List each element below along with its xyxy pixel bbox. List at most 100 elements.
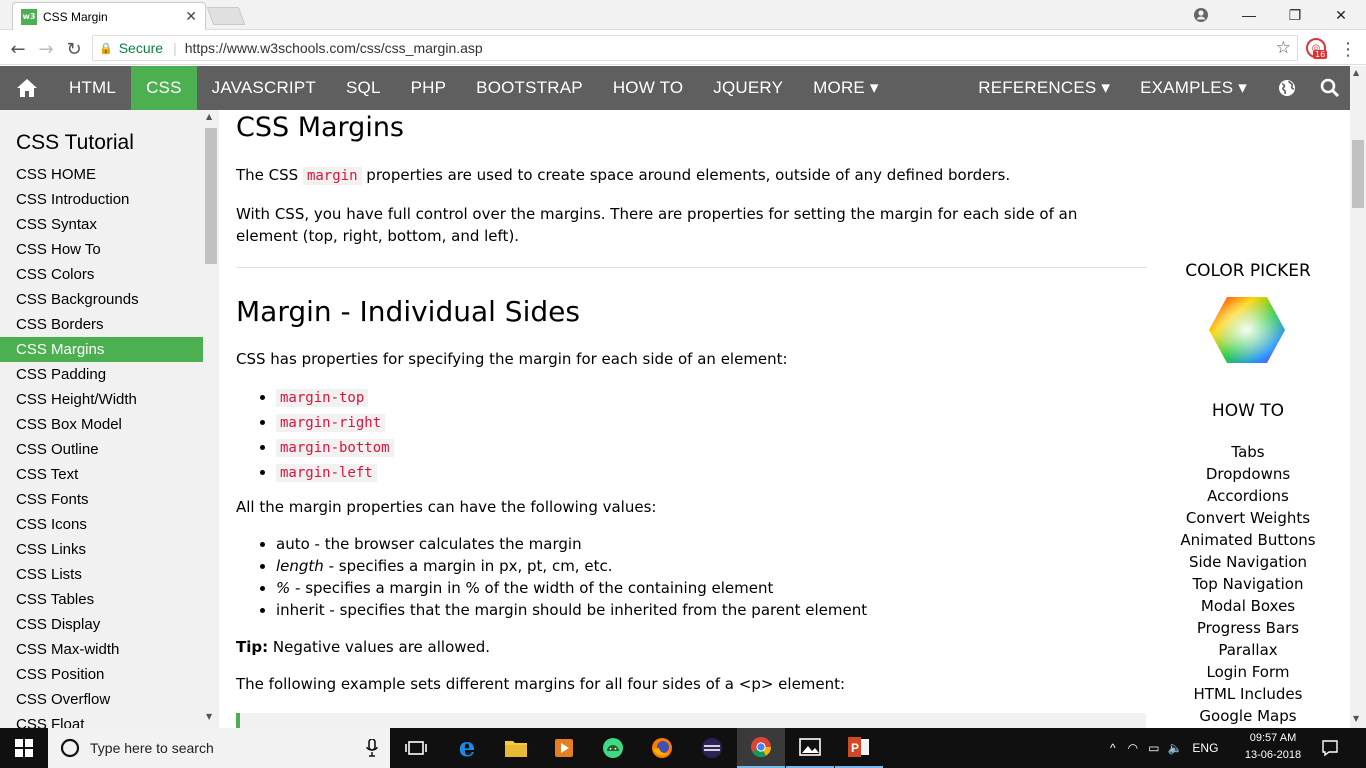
close-window-button[interactable]: ✕ — [1318, 0, 1364, 30]
sidebar-item[interactable]: CSS Introduction — [0, 187, 203, 212]
sidebar-item[interactable]: CSS Borders — [0, 312, 203, 337]
sidebar-item[interactable]: CSS Position — [0, 662, 203, 687]
eclipse-icon[interactable] — [688, 728, 736, 768]
omnibox[interactable]: 🔒 Secure | https://www.w3schools.com/css… — [92, 35, 1298, 61]
page-scroll-thumb[interactable] — [1352, 140, 1364, 208]
home-icon[interactable] — [0, 66, 54, 110]
nav-howto[interactable]: HOW TO — [598, 66, 698, 110]
photos-icon[interactable] — [786, 728, 834, 768]
sidebar-item[interactable]: CSS Colors — [0, 262, 203, 287]
sidebar-item[interactable]: CSS Links — [0, 537, 203, 562]
howto-link[interactable]: Convert Weights — [1148, 507, 1348, 529]
nav-css[interactable]: CSS — [131, 66, 197, 110]
nav-sql[interactable]: SQL — [331, 66, 396, 110]
sidebar-item[interactable]: CSS Text — [0, 462, 203, 487]
close-tab-icon[interactable]: ✕ — [185, 9, 197, 25]
value-term: length — [276, 557, 324, 575]
intro-pre: The CSS — [236, 166, 303, 184]
divider — [236, 267, 1146, 268]
sidebar-item[interactable]: CSS Icons — [0, 512, 203, 537]
new-tab-button[interactable] — [206, 7, 246, 25]
howto-link[interactable]: HTML Includes — [1148, 683, 1348, 705]
sidebar-item[interactable]: CSS Tables — [0, 587, 203, 612]
volume-icon[interactable]: 🔈 — [1167, 741, 1182, 755]
edge-icon[interactable]: e — [443, 728, 491, 768]
nav-references-dropdown[interactable]: REFERENCES ▾ — [963, 66, 1125, 110]
media-player-icon[interactable] — [540, 728, 588, 768]
forward-arrow-icon[interactable]: → — [34, 37, 58, 61]
url-text[interactable]: https://www.w3schools.com/css/css_margin… — [185, 40, 483, 56]
android-studio-icon[interactable] — [589, 728, 637, 768]
sidebar-item[interactable]: CSS Syntax — [0, 212, 203, 237]
sidebar-item[interactable]: CSS Max-width — [0, 637, 203, 662]
windows-start-icon[interactable] — [0, 728, 48, 768]
sidebar-item[interactable]: CSS Overflow — [0, 687, 203, 712]
back-arrow-icon[interactable]: ← — [6, 37, 30, 61]
sidebar-item[interactable]: CSS How To — [0, 237, 203, 262]
firefox-icon[interactable] — [638, 728, 686, 768]
action-center-icon[interactable] — [1318, 736, 1346, 760]
howto-link[interactable]: Side Navigation — [1148, 551, 1348, 573]
sidebar-scroll-thumb[interactable] — [205, 128, 217, 264]
taskbar-search-box[interactable]: Type here to search — [48, 728, 390, 768]
howto-link[interactable]: Parallax — [1148, 639, 1348, 661]
nav-html[interactable]: HTML — [54, 66, 131, 110]
list-item: inherit - specifies that the margin shou… — [276, 599, 867, 621]
powerpoint-icon[interactable]: P — [835, 728, 883, 768]
globe-icon[interactable] — [1262, 66, 1312, 110]
clock[interactable]: 09:57 AM 13-06-2018 — [1240, 730, 1306, 764]
nav-bootstrap[interactable]: BOOTSTRAP — [461, 66, 598, 110]
nav-php[interactable]: PHP — [396, 66, 462, 110]
network-icon[interactable]: ◠ — [1128, 741, 1138, 755]
howto-link[interactable]: Login Form — [1148, 661, 1348, 683]
values-intro: All the margin properties can have the f… — [236, 498, 657, 516]
howto-link[interactable]: Google Maps — [1148, 705, 1348, 727]
howto-link[interactable]: Dropdowns — [1148, 463, 1348, 485]
bookmark-star-icon[interactable]: ☆ — [1276, 38, 1291, 58]
restore-button[interactable]: ❐ — [1272, 0, 1318, 30]
sidebar-item[interactable]: CSS Outline — [0, 437, 203, 462]
sidebar-item[interactable]: CSS Padding — [0, 362, 203, 387]
chrome-icon[interactable] — [737, 728, 785, 768]
sidebar-item[interactable]: CSS Box Model — [0, 412, 203, 437]
nav-javascript[interactable]: JAVASCRIPT — [197, 66, 331, 110]
page-title: CSS Margins — [236, 112, 404, 143]
sidebar-item[interactable]: CSS Margins — [0, 337, 203, 362]
page-scroll-down-icon[interactable]: ▼ — [1353, 714, 1359, 723]
prop-code: margin-left — [276, 464, 377, 482]
howto-link[interactable]: Progress Bars — [1148, 617, 1348, 639]
sidebar-item[interactable]: CSS Display — [0, 612, 203, 637]
nav-examples-dropdown[interactable]: EXAMPLES ▾ — [1125, 66, 1262, 110]
microphone-icon[interactable] — [366, 739, 378, 757]
nav-more-dropdown[interactable]: MORE ▾ — [798, 66, 893, 110]
sidebar-item[interactable]: CSS Fonts — [0, 487, 203, 512]
sidebar-item[interactable]: CSS Backgrounds — [0, 287, 203, 312]
language-indicator[interactable]: ENG — [1192, 741, 1218, 755]
color-picker-icon[interactable] — [1208, 296, 1286, 364]
page-scroll-up-icon[interactable]: ▲ — [1353, 68, 1359, 77]
clock-date: 13-06-2018 — [1244, 749, 1302, 761]
sidebar-scroll-up-icon[interactable]: ▲ — [206, 112, 212, 121]
show-hidden-icons-icon[interactable]: ^ — [1110, 741, 1116, 755]
howto-link[interactable]: Accordions — [1148, 485, 1348, 507]
howto-link[interactable]: Tabs — [1148, 441, 1348, 463]
browser-tab[interactable]: w3 CSS Margin ✕ — [12, 2, 206, 30]
sidebar-item[interactable]: CSS HOME — [0, 162, 203, 187]
sidebar-item[interactable]: CSS Height/Width — [0, 387, 203, 412]
sidebar-item[interactable]: CSS Lists — [0, 562, 203, 587]
howto-link[interactable]: Animated Buttons — [1148, 529, 1348, 551]
file-explorer-icon[interactable] — [492, 728, 540, 768]
browser-menu-icon[interactable]: ⋮ — [1338, 37, 1358, 61]
task-view-icon[interactable] — [392, 728, 440, 768]
sidebar-scroll-down-icon[interactable]: ▼ — [206, 712, 212, 721]
howto-link[interactable]: Top Navigation — [1148, 573, 1348, 595]
profile-icon[interactable] — [1178, 0, 1224, 30]
battery-icon[interactable]: ▭ — [1148, 741, 1159, 755]
control-paragraph: With CSS, you have full control over the… — [236, 205, 1078, 245]
howto-link[interactable]: Modal Boxes — [1148, 595, 1348, 617]
search-icon[interactable] — [1312, 66, 1348, 110]
reload-icon[interactable]: ↻ — [62, 37, 86, 61]
minimize-button[interactable]: — — [1226, 0, 1272, 30]
nav-jquery[interactable]: JQUERY — [698, 66, 798, 110]
sidebar-item[interactable]: CSS Float — [0, 712, 203, 728]
